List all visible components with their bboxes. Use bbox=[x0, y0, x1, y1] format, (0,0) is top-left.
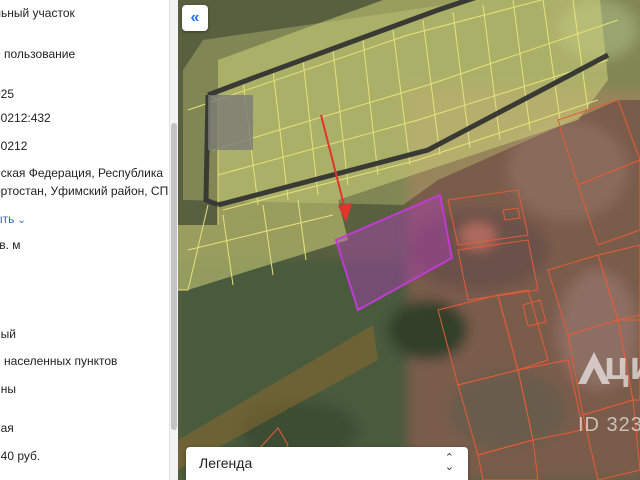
info-row-land-category: и населенных пунктов bbox=[0, 354, 118, 368]
info-row-permitted: ины bbox=[0, 382, 16, 396]
info-row-cadastral-value: 940 руб. bbox=[0, 449, 41, 463]
map-view[interactable]: циан ID 323781731 bbox=[178, 0, 640, 480]
chevron-down-icon: ⌄ bbox=[17, 215, 26, 226]
info-row-quarter: 80212 bbox=[0, 139, 28, 153]
panel-scrollbar-thumb[interactable] bbox=[171, 123, 177, 430]
info-row-ownership: ная bbox=[0, 421, 14, 435]
expand-address-label[interactable]: ыть bbox=[0, 212, 14, 226]
chevron-up-down-icon: ⌃ ⌄ bbox=[444, 452, 454, 473]
legend-label: Легенда bbox=[199, 455, 253, 471]
legend-dropdown[interactable]: Легенда ⌃ ⌄ bbox=[186, 447, 468, 480]
collapse-panel-button[interactable]: « bbox=[182, 5, 208, 31]
expand-address-link[interactable]: ыть⌄ bbox=[0, 210, 26, 230]
info-row-cadastral-number: 80212:432 bbox=[0, 111, 51, 125]
info-row-category: льный участок bbox=[0, 6, 75, 20]
info-panel: льный участок е пользование 025 80212:43… bbox=[0, 0, 178, 480]
info-row-status: ный bbox=[0, 327, 16, 341]
double-chevron-left-icon: « bbox=[190, 9, 200, 26]
satellite-map bbox=[178, 0, 640, 480]
info-row-address: йская Федерация, Республика ортостан, Уф… bbox=[0, 166, 169, 204]
info-row-date: 025 bbox=[0, 87, 15, 101]
info-row-usage: е пользование bbox=[0, 47, 76, 61]
info-row-area: кв. м bbox=[0, 238, 21, 252]
